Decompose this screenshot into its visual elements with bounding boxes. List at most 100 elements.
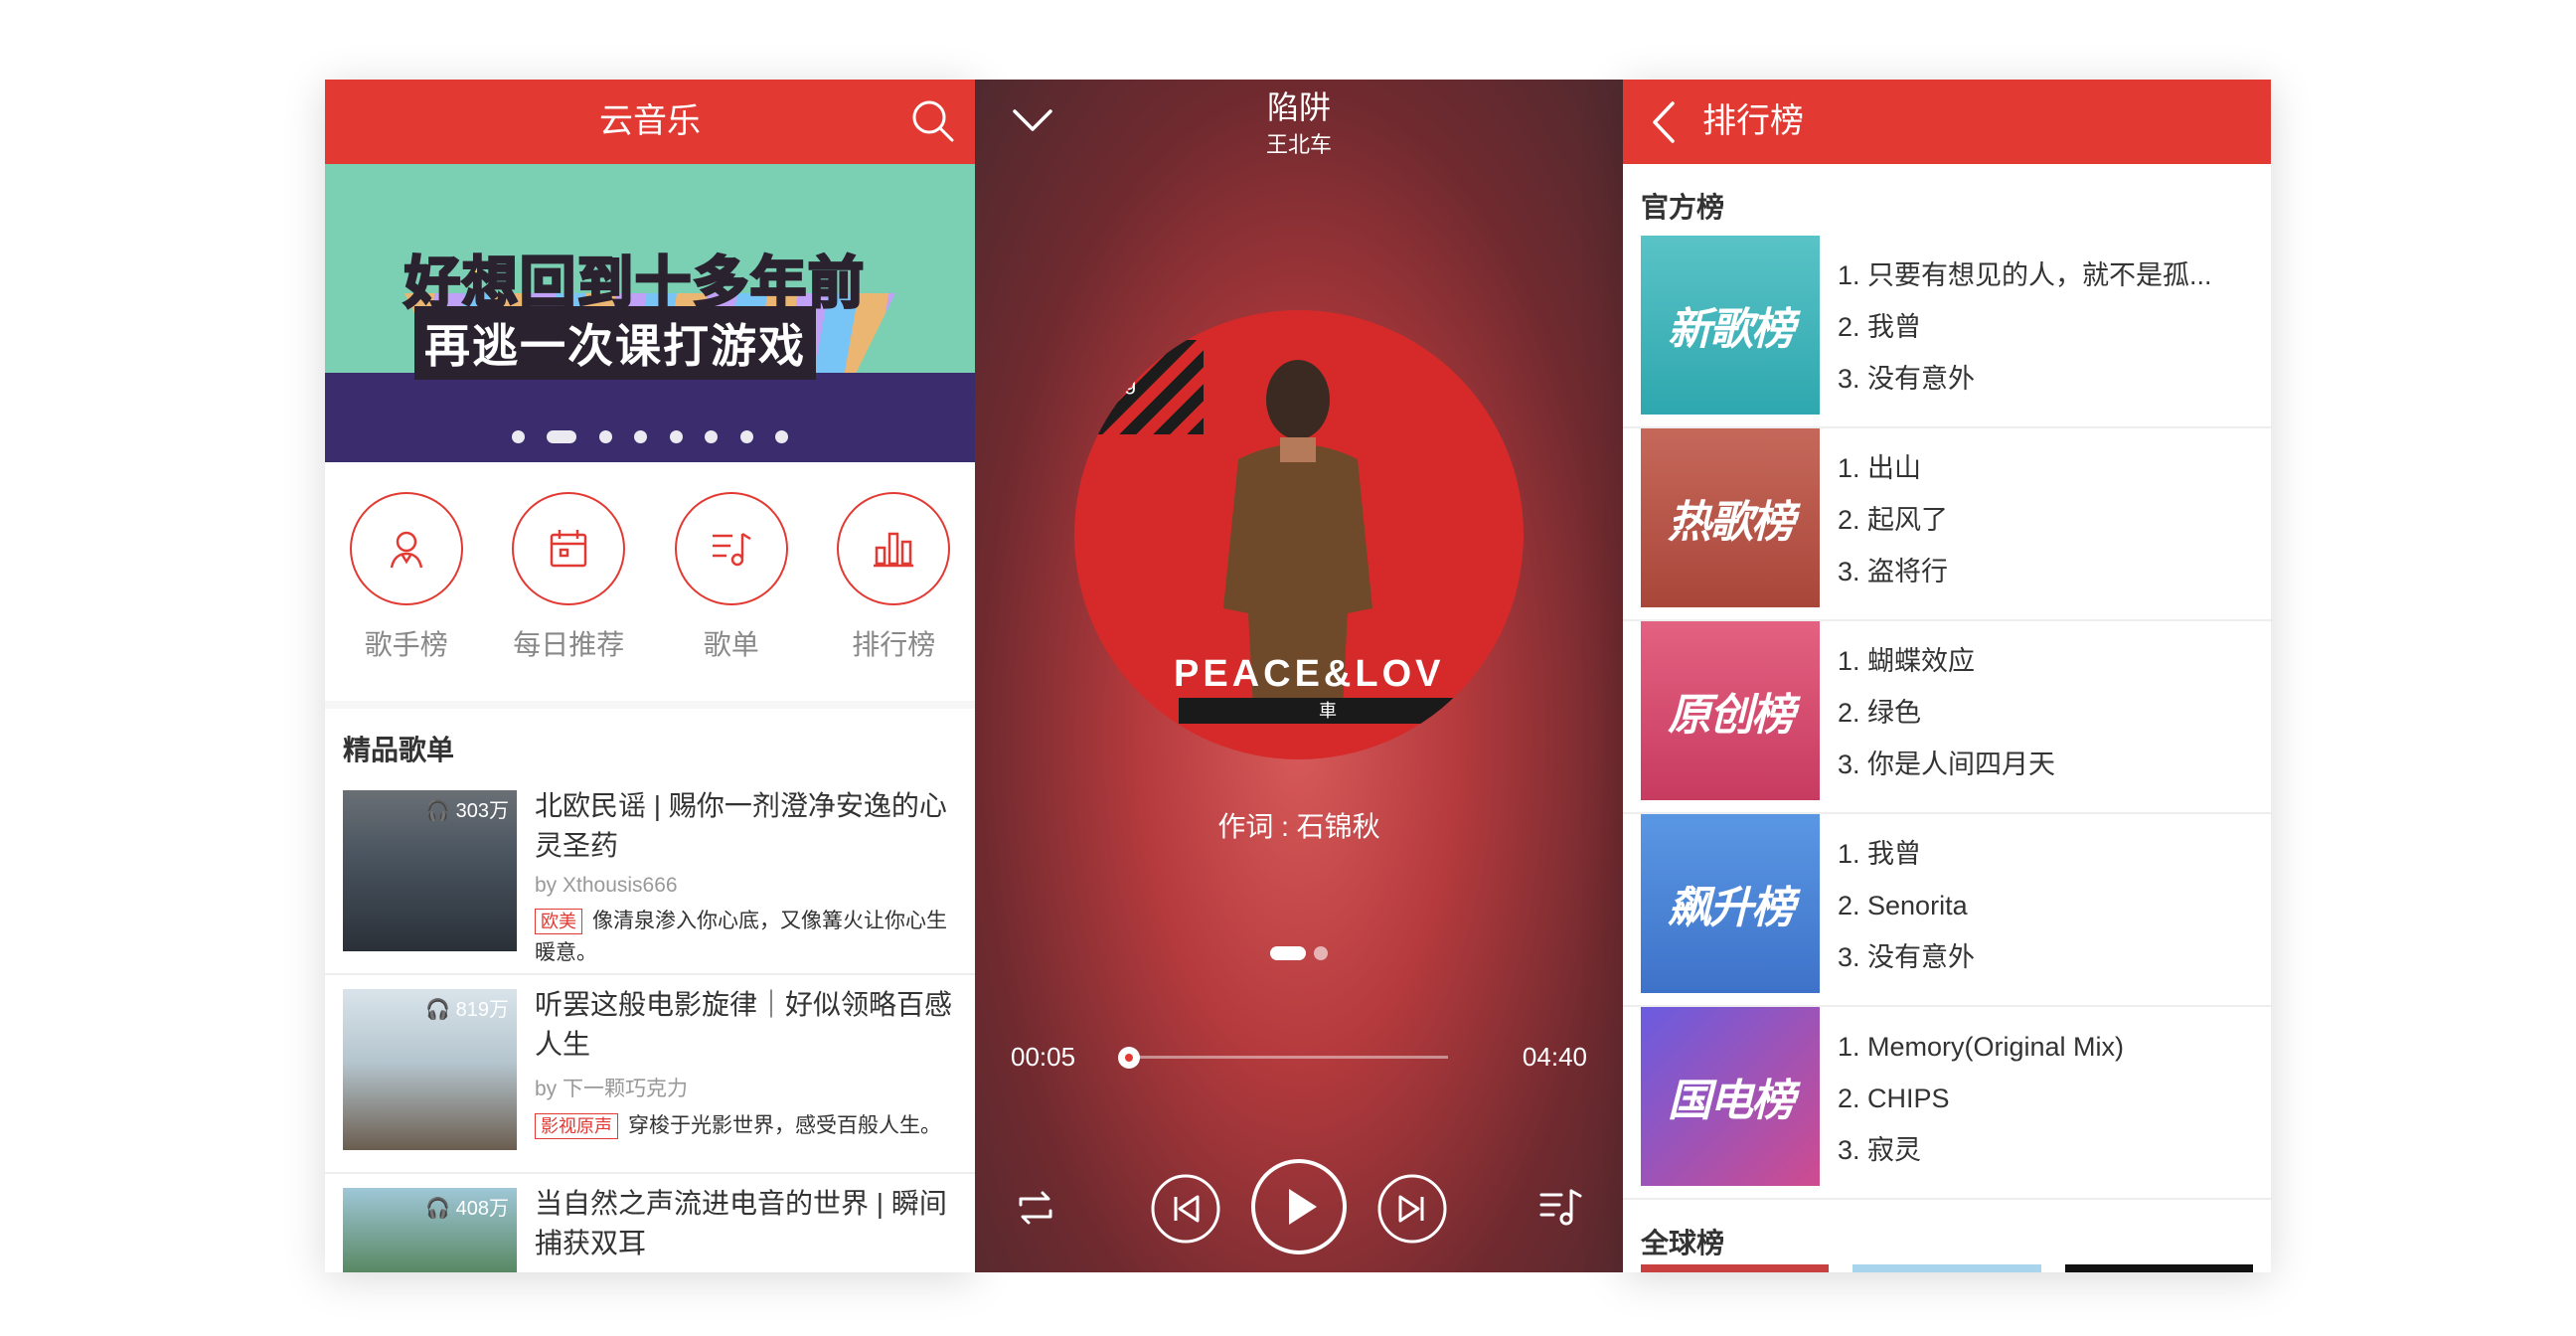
previous-button[interactable] bbox=[1150, 1173, 1221, 1245]
banner-subheadline: 再逃一次课打游戏 bbox=[414, 306, 816, 380]
chart-song: 1. Memory(Original Mix) bbox=[1838, 1032, 2125, 1062]
chart-song: 1. 只要有想见的人，就不是孤... bbox=[1838, 260, 2212, 290]
chart-top-songs: 1. 蝴蝶效应 2. 绿色 3. 你是人间四月天 bbox=[1838, 621, 2271, 812]
rankings-screen: 排行榜 官方榜 新歌榜 1. 只要有想见的人，就不是孤... 2. 我曾 3. … bbox=[1623, 80, 2271, 1272]
chart-cover: 国电榜 bbox=[1641, 1007, 1820, 1186]
banner-stripe bbox=[325, 373, 975, 462]
pager-dot[interactable] bbox=[1314, 946, 1328, 960]
rankings-top-bar: 排行榜 bbox=[1623, 80, 2271, 164]
chart-song: 3. 没有意外 bbox=[1838, 942, 1976, 972]
playlist-description: 影视原声 穿梭于光影世界，感受百般人生。 bbox=[535, 1110, 961, 1142]
chart-top-songs: 1. 我曾 2. Senorita 3. 没有意外 bbox=[1838, 814, 2271, 1005]
banner-dot[interactable] bbox=[705, 430, 719, 443]
chart-icon bbox=[874, 532, 914, 568]
play-count: 🎧 303万 bbox=[425, 800, 509, 822]
chart-item[interactable]: 国电榜 1. Memory(Original Mix) 2. CHIPS 3. … bbox=[1623, 1007, 2271, 1200]
playlist-cover: 🎧 408万 bbox=[343, 1188, 517, 1272]
global-chart-cover[interactable] bbox=[1641, 1264, 1830, 1272]
chart-item[interactable]: 原创榜 1. 蝴蝶效应 2. 绿色 3. 你是人间四月天 bbox=[1623, 621, 2271, 814]
banner-dot[interactable] bbox=[739, 430, 753, 443]
playlist-item[interactable]: 🎧 303万 北欧民谣 | 赐你一剂澄净安逸的心灵圣药 by Xthousis6… bbox=[325, 776, 975, 975]
playlist-cover: 🎧 303万 bbox=[343, 790, 517, 951]
chart-song: 3. 你是人间四月天 bbox=[1838, 750, 2056, 779]
chart-item[interactable]: 飙升榜 1. 我曾 2. Senorita 3. 没有意外 bbox=[1623, 814, 2271, 1007]
playback-controls bbox=[975, 1153, 1623, 1262]
chart-song: 1. 出山 bbox=[1838, 453, 1922, 483]
playlist-name: 当自然之声流进电音的世界 | 瞬间捕获双耳 bbox=[535, 1188, 947, 1258]
progress-knob[interactable] bbox=[1117, 1047, 1140, 1069]
chart-song: 3. 寂灵 bbox=[1838, 1135, 1922, 1165]
song-title: 陷阱 bbox=[1266, 89, 1331, 125]
banner-dot[interactable] bbox=[598, 430, 612, 443]
promo-banner[interactable]: 好想回到十多年前 再逃一次课打游戏 bbox=[325, 164, 975, 462]
playlist-tag: 影视原声 bbox=[535, 1113, 618, 1139]
quick-playlist[interactable]: 歌单 bbox=[662, 492, 801, 701]
search-icon[interactable] bbox=[909, 97, 955, 143]
pager-dot-active[interactable] bbox=[1270, 946, 1306, 960]
progress-bar[interactable] bbox=[1117, 1047, 1448, 1069]
banner-dot[interactable] bbox=[775, 430, 789, 443]
chart-song: 2. 我曾 bbox=[1838, 312, 1922, 342]
global-charts-row bbox=[1641, 1264, 2253, 1272]
play-count: 🎧 819万 bbox=[425, 999, 509, 1021]
banner-pager bbox=[325, 430, 975, 448]
current-time: 00:05 bbox=[1011, 1042, 1076, 1072]
banner-dot[interactable] bbox=[511, 430, 525, 443]
chart-song: 1. 蝴蝶效应 bbox=[1838, 646, 1976, 676]
playlist-cover: 🎧 819万 bbox=[343, 989, 517, 1150]
global-chart-cover[interactable] bbox=[1852, 1264, 2041, 1272]
quick-label: 歌单 bbox=[703, 629, 759, 660]
global-charts-title: 全球榜 bbox=[1641, 1228, 1725, 1258]
chart-song: 2. CHIPS bbox=[1838, 1084, 1950, 1113]
album-cover-disc[interactable]: ying PEACE&LOV 車 bbox=[1074, 310, 1524, 759]
next-button[interactable] bbox=[1376, 1173, 1448, 1245]
chart-song: 3. 没有意外 bbox=[1838, 364, 1976, 394]
cover-corner-text: ying bbox=[1096, 370, 1137, 395]
playlist-item[interactable]: 🎧 408万 当自然之声流进电音的世界 | 瞬间捕获双耳 bbox=[325, 1174, 975, 1272]
playlist-name: 听罢这般电影旋律｜好似领略百感人生 bbox=[535, 989, 953, 1060]
total-time: 04:40 bbox=[1522, 1042, 1587, 1072]
quick-daily[interactable]: 每日推荐 bbox=[499, 492, 638, 701]
calendar-icon bbox=[551, 530, 587, 568]
playlist-item[interactable]: 🎧 819万 听罢这般电影旋律｜好似领略百感人生 by 下一颗巧克力 影视原声穿… bbox=[325, 975, 975, 1174]
play-button[interactable] bbox=[1249, 1157, 1349, 1256]
banner-dot[interactable] bbox=[669, 430, 683, 443]
cover-text: PEACE&LOV bbox=[1174, 653, 1445, 695]
chart-cover: 新歌榜 bbox=[1641, 236, 1820, 415]
repeat-icon[interactable] bbox=[1011, 1183, 1060, 1233]
chart-item[interactable]: 新歌榜 1. 只要有想见的人，就不是孤... 2. 我曾 3. 没有意外 bbox=[1623, 236, 2271, 428]
chevron-down-icon[interactable] bbox=[1011, 105, 1054, 135]
chart-cover: 原创榜 bbox=[1641, 621, 1820, 800]
cover-bar: 車 bbox=[1179, 698, 1477, 724]
chart-top-songs: 1. 出山 2. 起风了 3. 盗将行 bbox=[1838, 428, 2271, 619]
singer-icon bbox=[390, 531, 422, 569]
playlist-author: by 下一颗巧克力 bbox=[535, 1078, 689, 1100]
lyric-line: 作词 : 石锦秋 bbox=[1217, 811, 1380, 842]
chart-song: 1. 我曾 bbox=[1838, 839, 1922, 869]
chart-song: 2. 绿色 bbox=[1838, 698, 1922, 728]
artist-name: 王北车 bbox=[1265, 132, 1332, 157]
chart-top-songs: 1. Memory(Original Mix) 2. CHIPS 3. 寂灵 bbox=[1838, 1007, 2271, 1198]
quick-singer-chart[interactable]: 歌手榜 bbox=[337, 492, 476, 701]
banner-dot[interactable] bbox=[634, 430, 648, 443]
player-header: 陷阱 王北车 bbox=[975, 80, 1623, 161]
playlist-name: 北欧民谣 | 赐你一剂澄净安逸的心灵圣药 bbox=[535, 790, 947, 861]
back-arrow-icon[interactable] bbox=[1649, 99, 1679, 145]
quick-label: 排行榜 bbox=[852, 629, 936, 660]
chart-cover: 飙升榜 bbox=[1641, 814, 1820, 993]
playlist-queue-icon[interactable] bbox=[1537, 1183, 1587, 1233]
global-chart-cover[interactable] bbox=[2064, 1264, 2253, 1272]
quick-rankings[interactable]: 排行榜 bbox=[824, 492, 963, 701]
chart-item[interactable]: 热歌榜 1. 出山 2. 起风了 3. 盗将行 bbox=[1623, 428, 2271, 621]
chart-song: 3. 盗将行 bbox=[1838, 557, 1949, 586]
app-title: 云音乐 bbox=[599, 102, 701, 140]
player-pager bbox=[975, 946, 1623, 965]
chart-song: 2. 起风了 bbox=[1838, 505, 1949, 535]
rankings-title: 排行榜 bbox=[1702, 102, 1804, 140]
player-screen: 陷阱 王北车 ying PEACE&LOV 車 作词 : 石锦秋 00:05 0… bbox=[975, 80, 1623, 1272]
chart-top-songs: 1. 只要有想见的人，就不是孤... 2. 我曾 3. 没有意外 bbox=[1838, 236, 2271, 426]
progress-area: 00:05 04:40 bbox=[1011, 1042, 1587, 1072]
playlist-tag: 欧美 bbox=[535, 909, 582, 934]
banner-dot-active[interactable] bbox=[547, 430, 577, 443]
playlist-description: 欧美 像清泉渗入你心底，又像篝火让你心生暖意。 bbox=[535, 909, 947, 964]
